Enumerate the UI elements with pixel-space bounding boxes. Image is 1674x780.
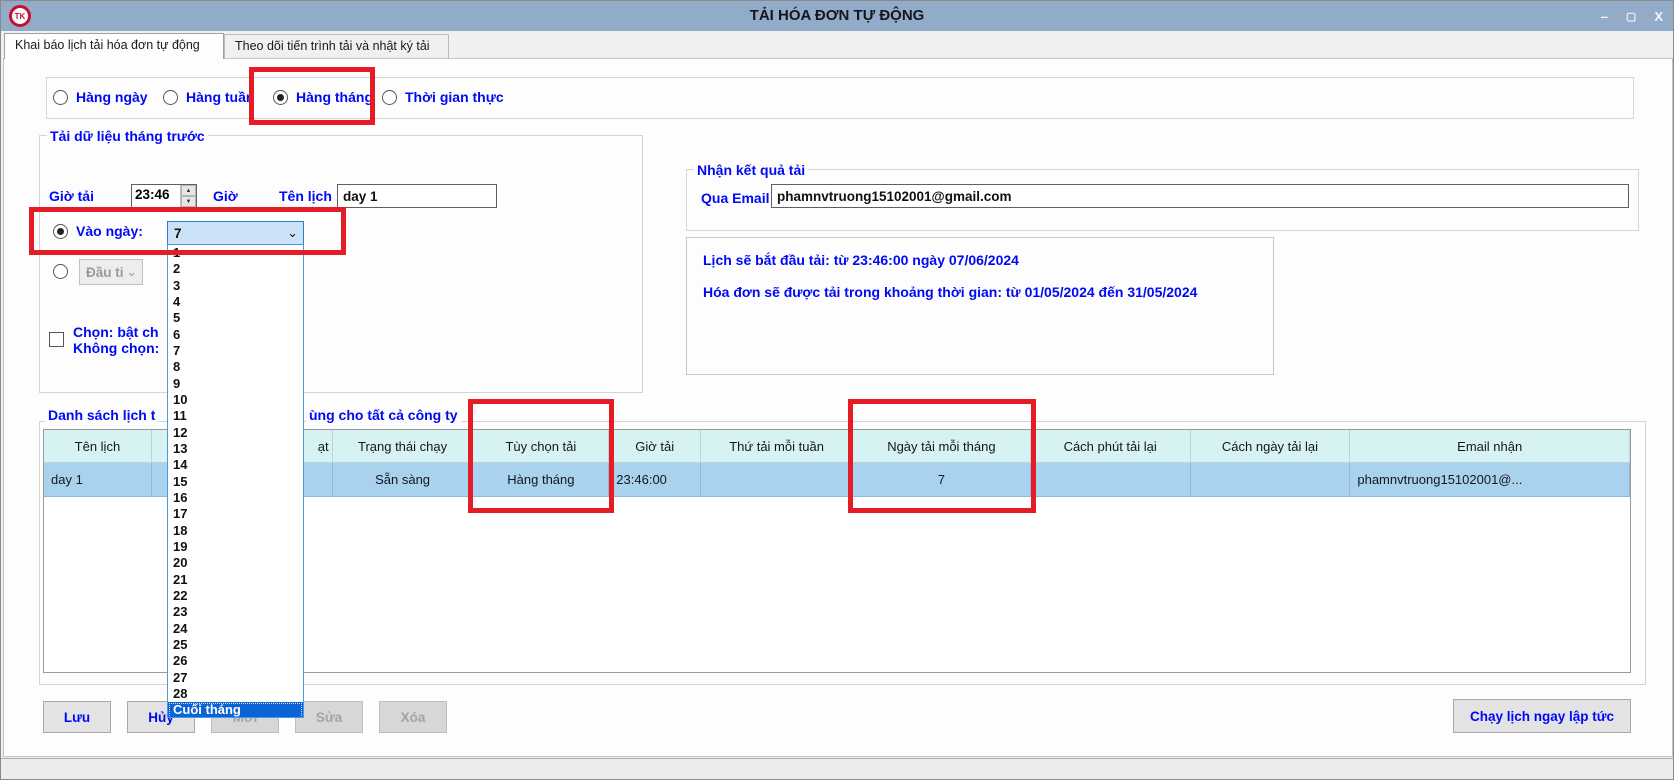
schedule-start-text: Lịch sẽ bắt đầu tải: từ 23:46:00 ngày 07… xyxy=(703,252,1019,268)
tab-theo-doi-tien-trinh[interactable]: Theo dõi tiến trình tải và nhật ký tải xyxy=(224,34,449,58)
table-cell xyxy=(1191,463,1351,497)
radio-thoi-gian-thuc[interactable]: Thời gian thực xyxy=(382,89,504,105)
run-now-button[interactable]: Chạy lịch ngay lập tức xyxy=(1453,699,1631,733)
mode-checkbox-label: Chọn: bật ch Không chọn: xyxy=(73,324,159,356)
day-option[interactable]: 15 xyxy=(168,474,303,490)
annotation-box-vao-ngay xyxy=(29,207,346,255)
radio-thoi-gian-thuc-label: Thời gian thực xyxy=(405,89,504,105)
day-option[interactable]: 16 xyxy=(168,490,303,506)
first-day-combobox-text: Đầu ti xyxy=(80,265,124,280)
day-option[interactable]: 10 xyxy=(168,392,303,408)
day-option[interactable]: 12 xyxy=(168,425,303,441)
first-day-combobox: Đầu ti ⌄ xyxy=(79,259,143,285)
monthly-settings-title: Tải dữ liệu tháng trước xyxy=(47,128,208,144)
day-option[interactable]: 19 xyxy=(168,539,303,555)
mode-checkbox[interactable] xyxy=(49,332,64,352)
mode-checkbox-label-line2: Không chọn: xyxy=(73,340,159,356)
edit-button: Sửa xyxy=(295,701,363,733)
day-option[interactable]: 18 xyxy=(168,523,303,539)
day-option[interactable]: 26 xyxy=(168,653,303,669)
tab-strip: Khai báo lịch tải hóa đơn tự động Theo d… xyxy=(3,34,1673,58)
day-option[interactable]: 17 xyxy=(168,506,303,522)
annotation-box-ngay-tai-moi-thang xyxy=(848,399,1036,513)
window-bottom-strip xyxy=(1,758,1674,780)
hour-unit-label: Giờ xyxy=(213,188,238,204)
day-option[interactable]: 24 xyxy=(168,621,303,637)
radio-dau-tien-icon xyxy=(53,264,68,279)
radio-dau-tien[interactable] xyxy=(53,264,68,284)
invoice-range-text: Hóa đơn sẽ được tải trong khoảng thời gi… xyxy=(703,284,1197,300)
day-option[interactable]: 3 xyxy=(168,278,303,294)
table-cell: phamnvtruong15102001@... xyxy=(1350,463,1630,497)
day-option[interactable]: 2 xyxy=(168,261,303,277)
day-option[interactable]: 25 xyxy=(168,637,303,653)
close-button[interactable]: X xyxy=(1654,9,1663,24)
radio-hang-ngay-label: Hàng ngày xyxy=(76,89,148,105)
day-option[interactable]: 27 xyxy=(168,670,303,686)
schedule-name-input[interactable]: day 1 xyxy=(337,184,497,208)
day-option[interactable]: 20 xyxy=(168,555,303,571)
annotation-box-hang-thang xyxy=(249,67,375,125)
app-window: TK TẢI HÓA ĐƠN TỰ ĐỘNG – ▢ X Khai báo lị… xyxy=(0,0,1674,780)
mode-checkbox-icon xyxy=(49,332,64,347)
radio-thoi-gian-thuc-icon xyxy=(382,90,397,105)
column-header[interactable]: Cách phút tải lại xyxy=(1031,430,1191,463)
day-option[interactable]: 9 xyxy=(168,376,303,392)
email-input[interactable]: phamnvtruong15102001@gmail.com xyxy=(771,184,1629,208)
window-title: TẢI HÓA ĐƠN TỰ ĐỘNG xyxy=(1,7,1673,24)
radio-hang-ngay-icon xyxy=(53,90,68,105)
column-header[interactable]: Tên lịch xyxy=(44,430,152,463)
table-cell: Sẵn sàng xyxy=(333,463,474,497)
spin-down-icon[interactable]: ▼ xyxy=(181,196,196,207)
radio-hang-tuan-icon xyxy=(163,90,178,105)
tab-khai-bao-lich[interactable]: Khai báo lịch tải hóa đơn tự động xyxy=(4,33,224,59)
schedule-list-title-left: Danh sách lịch t xyxy=(45,407,158,423)
column-header[interactable]: Thứ tải mỗi tuần xyxy=(701,430,853,463)
day-option[interactable]: 13 xyxy=(168,441,303,457)
day-option[interactable]: 28 xyxy=(168,686,303,702)
mode-checkbox-label-line1: Chọn: bật ch xyxy=(73,324,159,340)
table-cell: day 1 xyxy=(44,463,152,497)
download-time-value: 23:46 xyxy=(132,185,180,207)
column-header[interactable]: Trạng thái chạy xyxy=(333,430,474,463)
delete-button: Xóa xyxy=(379,701,447,733)
schedule-name-label: Tên lịch xyxy=(279,188,332,204)
radio-hang-tuan-label: Hàng tuần xyxy=(186,89,254,105)
schedule-info-box: Lịch sẽ bắt đầu tải: từ 23:46:00 ngày 07… xyxy=(686,237,1274,375)
day-option[interactable]: 8 xyxy=(168,359,303,375)
day-option[interactable]: Cuối tháng xyxy=(168,702,303,718)
table-cell: 23:46:00 xyxy=(609,463,701,497)
table-cell xyxy=(701,463,853,497)
radio-hang-tuan[interactable]: Hàng tuần xyxy=(163,89,254,105)
download-time-spinner[interactable]: 23:46 ▲ ▼ xyxy=(131,184,197,208)
column-header[interactable]: Email nhận xyxy=(1350,430,1630,463)
title-bar: TK TẢI HÓA ĐƠN TỰ ĐỘNG – ▢ X xyxy=(1,1,1673,31)
annotation-box-tuy-chon-tai xyxy=(468,399,614,513)
day-option[interactable]: 22 xyxy=(168,588,303,604)
download-time-label: Giờ tải xyxy=(49,188,94,204)
table-cell xyxy=(1031,463,1191,497)
radio-hang-ngay[interactable]: Hàng ngày xyxy=(53,89,148,105)
email-result-title: Nhận kết quả tải xyxy=(694,162,808,178)
day-option[interactable]: 5 xyxy=(168,310,303,326)
chevron-down-disabled-icon: ⌄ xyxy=(126,264,142,280)
day-option[interactable]: 14 xyxy=(168,457,303,473)
column-header[interactable]: Giờ tải xyxy=(609,430,701,463)
save-button[interactable]: Lưu xyxy=(43,701,111,733)
day-option[interactable]: 4 xyxy=(168,294,303,310)
day-option[interactable]: 21 xyxy=(168,572,303,588)
column-header[interactable]: Cách ngày tải lại xyxy=(1191,430,1351,463)
day-option[interactable]: 23 xyxy=(168,604,303,620)
schedule-list-title-right: ùng cho tất cả công ty xyxy=(306,407,461,423)
maximize-button[interactable]: ▢ xyxy=(1626,10,1636,23)
schedule-name-value: day 1 xyxy=(343,189,378,204)
spin-up-icon[interactable]: ▲ xyxy=(181,185,196,196)
minimize-button[interactable]: – xyxy=(1601,9,1608,24)
day-option[interactable]: 7 xyxy=(168,343,303,359)
day-option[interactable]: 6 xyxy=(168,327,303,343)
email-value: phamnvtruong15102001@gmail.com xyxy=(777,189,1012,204)
qua-email-label: Qua Email xyxy=(701,190,769,206)
day-dropdown-list: 1234567891011121314151617181920212223242… xyxy=(167,244,304,718)
day-option[interactable]: 11 xyxy=(168,408,303,424)
